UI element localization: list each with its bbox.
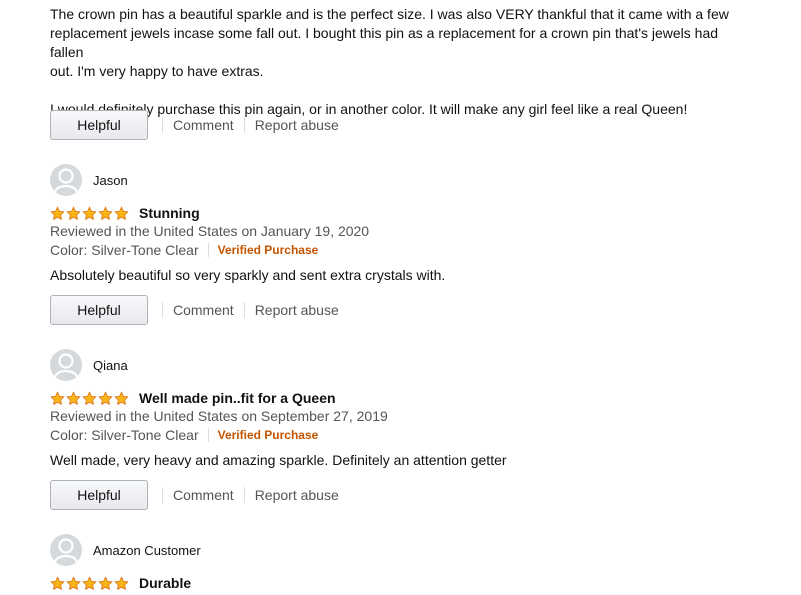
star-icon xyxy=(98,391,113,405)
verified-purchase-badge: Verified Purchase xyxy=(217,243,319,257)
star-icon xyxy=(98,576,113,590)
rating-row: Well made pin..fit for a Queen xyxy=(50,389,336,407)
review-actions: Helpful Comment Report abuse xyxy=(50,109,349,141)
divider xyxy=(207,428,209,442)
star-icon xyxy=(50,391,65,405)
review-title[interactable]: Well made pin..fit for a Queen xyxy=(139,390,336,406)
user-icon xyxy=(53,538,79,563)
reviewer-profile[interactable]: Qiana xyxy=(50,349,128,381)
star-rating[interactable] xyxy=(50,391,130,406)
comment-link[interactable]: Comment xyxy=(173,487,234,503)
review-title[interactable]: Durable xyxy=(139,575,191,591)
avatar xyxy=(50,164,82,196)
star-icon xyxy=(114,391,129,405)
variant-label[interactable]: Color: Silver-Tone Clear xyxy=(50,242,199,258)
variant-row: Color: Silver-Tone Clear Verified Purcha… xyxy=(50,426,318,444)
review-title[interactable]: Stunning xyxy=(139,205,200,221)
rating-row: Durable xyxy=(50,574,191,592)
review-body: Well made, very heavy and amazing sparkl… xyxy=(50,452,507,468)
review-body-line: The crown pin has a beautiful sparkle an… xyxy=(50,6,729,22)
divider xyxy=(243,117,245,133)
star-icon xyxy=(50,576,65,590)
star-icon xyxy=(50,206,65,220)
variant-row: Color: Silver-Tone Clear Verified Purcha… xyxy=(50,241,318,259)
divider xyxy=(243,487,245,503)
star-rating[interactable] xyxy=(50,576,130,591)
review-body-line: replacement jewels incase some fall out.… xyxy=(50,25,719,60)
divider xyxy=(162,117,163,133)
review-body: Absolutely beautiful so very sparkly and… xyxy=(50,267,446,283)
avatar xyxy=(50,349,82,381)
reviewer-name[interactable]: Qiana xyxy=(93,358,128,373)
star-rating[interactable] xyxy=(50,206,130,221)
star-icon xyxy=(114,206,129,220)
reviewer-profile[interactable]: Jason xyxy=(50,164,128,196)
divider xyxy=(162,487,163,503)
star-icon xyxy=(82,576,97,590)
variant-label[interactable]: Color: Silver-Tone Clear xyxy=(50,427,199,443)
report-abuse-link[interactable]: Report abuse xyxy=(255,117,339,133)
helpful-button[interactable]: Helpful xyxy=(50,295,148,325)
divider xyxy=(207,243,209,257)
verified-purchase-badge: Verified Purchase xyxy=(217,428,319,442)
review-actions: Helpful Comment Report abuse xyxy=(50,479,349,511)
review-actions: Helpful Comment Report abuse xyxy=(50,294,349,326)
divider xyxy=(243,302,245,318)
comment-link[interactable]: Comment xyxy=(173,302,234,318)
report-abuse-link[interactable]: Report abuse xyxy=(255,487,339,503)
avatar xyxy=(50,534,82,566)
review-body: The crown pin has a beautiful sparkle an… xyxy=(50,5,750,119)
star-icon xyxy=(66,391,81,405)
user-icon xyxy=(53,353,79,378)
report-abuse-link[interactable]: Report abuse xyxy=(255,302,339,318)
review-date: Reviewed in the United States on January… xyxy=(50,223,370,239)
star-icon xyxy=(114,576,129,590)
review-date: Reviewed in the United States on Septemb… xyxy=(50,408,388,424)
user-icon xyxy=(53,168,79,193)
reviewer-name[interactable]: Jason xyxy=(93,173,128,188)
comment-link[interactable]: Comment xyxy=(173,117,234,133)
star-icon xyxy=(82,391,97,405)
star-icon xyxy=(98,206,113,220)
reviewer-name[interactable]: Amazon Customer xyxy=(93,543,201,558)
helpful-button[interactable]: Helpful xyxy=(50,110,148,140)
star-icon xyxy=(66,576,81,590)
divider xyxy=(162,302,163,318)
reviewer-profile[interactable]: Amazon Customer xyxy=(50,534,201,566)
rating-row: Stunning xyxy=(50,204,200,222)
review-body-line: out. I'm very happy to have extras. xyxy=(50,63,264,79)
star-icon xyxy=(66,206,81,220)
star-icon xyxy=(82,206,97,220)
helpful-button[interactable]: Helpful xyxy=(50,480,148,510)
